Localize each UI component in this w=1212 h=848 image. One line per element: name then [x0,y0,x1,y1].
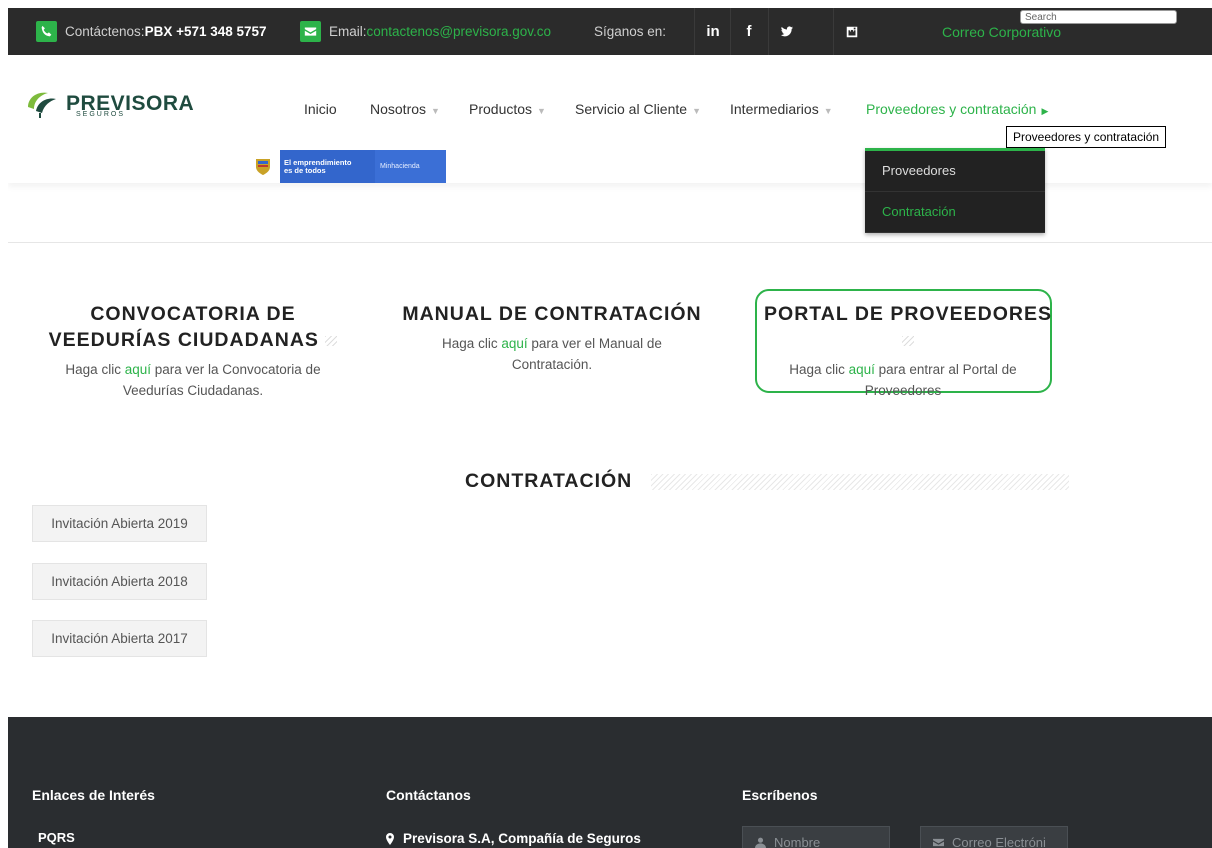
colombia-shield-icon [246,150,280,183]
name-field[interactable]: Nombre [742,826,890,848]
name-placeholder: Nombre [774,834,821,848]
contact-phone-number: PBX +571 348 5757 [144,24,267,39]
nav-label: Intermediarios [730,101,819,117]
email-link[interactable]: contactenos@previsora.gov.co [367,24,552,39]
map-marker-icon [386,832,394,845]
mail-icon [300,21,321,42]
nav-inicio[interactable]: Inicio [304,101,337,117]
contact-email: Email: contactenos@previsora.gov.co [300,8,551,55]
facebook-icon[interactable]: f [730,8,767,55]
nav-proveedores-contratacion[interactable]: Proveedores y contratación ▶ [866,101,1048,117]
section-title: CONTRATACIÓN [465,470,633,492]
twitter-icon[interactable] [768,8,805,55]
feature-text: Haga clic aquí para ver la Convocatoria … [65,362,321,398]
gov-banner[interactable]: El emprendimiento es de todos Minhaciend… [246,150,446,183]
nav-servicio-cliente[interactable]: Servicio al Cliente ▼ [575,101,701,117]
nav-label: Servicio al Cliente [575,101,688,117]
contact-phone: Contáctenos: PBX +571 348 5757 [36,8,267,55]
gov-banner-text: El emprendimiento es de todos [280,150,375,183]
footer-enlaces-title: Enlaces de Interés [32,787,155,803]
logo-mark-icon [28,92,56,118]
footer-contactanos-title: Contáctanos [386,787,471,803]
nav-label: Inicio [304,101,337,117]
gov-ministry: Minhacienda [375,150,446,183]
feature-veedurias: CONVOCATORIA DE VEEDURÍAS CIUDADANAS Hag… [38,301,348,401]
invitacion-2018-button[interactable]: Invitación Abierta 2018 [32,563,207,600]
nav-label: Proveedores y contratación [866,101,1037,117]
feature-title: CONVOCATORIA DE VEEDURÍAS CIUDADANAS [38,301,348,353]
chevron-down-icon: ▼ [823,106,833,116]
invitacion-2019-button[interactable]: Invitación Abierta 2019 [32,505,207,542]
instagram-icon[interactable] [833,8,870,55]
feature-link[interactable]: aquí [849,362,875,377]
search-input[interactable]: Search [1020,10,1177,24]
hatch-decoration [325,335,338,346]
gov-text-line2: es de todos [284,166,326,175]
email-prefix: Email: [329,24,367,39]
feature-text: Haga clic aquí para entrar al Portal de … [789,362,1017,398]
linkedin-icon[interactable]: in [694,8,731,55]
nav-label: Nosotros [370,101,427,117]
proveedores-dropdown: Proveedores Contratación [865,148,1045,233]
chevron-right-icon: ▶ [1041,106,1049,116]
dropdown-item-contratacion[interactable]: Contratación [865,192,1045,233]
page: Contáctenos: PBX +571 348 5757 Email: co… [8,8,1212,848]
feature-link[interactable]: aquí [501,336,527,351]
logo[interactable]: PREVISORA SEGUROS [24,89,194,119]
feature-title: MANUAL DE CONTRATACIÓN [402,303,702,325]
user-icon [755,837,766,848]
footer-escribenos-title: Escríbenos [742,787,818,803]
nav-label: Productos [469,101,533,117]
contact-prefix: Contáctenos: [65,24,145,39]
divider [8,242,1212,243]
feature-portal-proveedores: PORTAL DE PROVEEDORES Haga clic aquí par… [763,301,1053,401]
logo-tagline: SEGUROS [76,111,126,118]
mail-icon [933,838,944,846]
email-placeholder: Correo Electróni [952,834,1046,848]
feature-title: PORTAL DE PROVEEDORES [763,301,1053,353]
feature-manual: MANUAL DE CONTRATACIÓN Haga clic aquí pa… [392,301,712,375]
dropdown-item-proveedores[interactable]: Proveedores [865,151,1045,192]
hatch-decoration [651,474,1069,490]
phone-icon [36,21,57,42]
footer-pqrs-link[interactable]: PQRS [38,830,75,845]
feature-text: Haga clic aquí para ver el Manual de Con… [442,336,662,372]
footer-address-text: Previsora S.A, Compañía de Seguros [403,831,641,846]
footer: Enlaces de Interés Contáctanos Escríbeno… [8,717,1212,848]
chevron-down-icon: ▼ [537,106,546,116]
top-bar: Contáctenos: PBX +571 348 5757 Email: co… [8,8,1212,55]
feature-link[interactable]: aquí [125,362,151,377]
tooltip: Proveedores y contratación [1006,126,1167,148]
hatch-decoration [902,335,914,346]
footer-address: Previsora S.A, Compañía de Seguros [385,831,641,846]
invitacion-2017-button[interactable]: Invitación Abierta 2017 [32,620,207,657]
follow-label: Síganos en: [594,24,667,39]
nav-nosotros[interactable]: Nosotros ▼ [370,101,440,117]
nav-productos[interactable]: Productos ▼ [469,101,546,117]
chevron-down-icon: ▼ [692,106,701,116]
nav-intermediarios[interactable]: Intermediarios ▼ [730,101,833,117]
email-field[interactable]: Correo Electróni [920,826,1068,848]
chevron-down-icon: ▼ [431,106,440,116]
